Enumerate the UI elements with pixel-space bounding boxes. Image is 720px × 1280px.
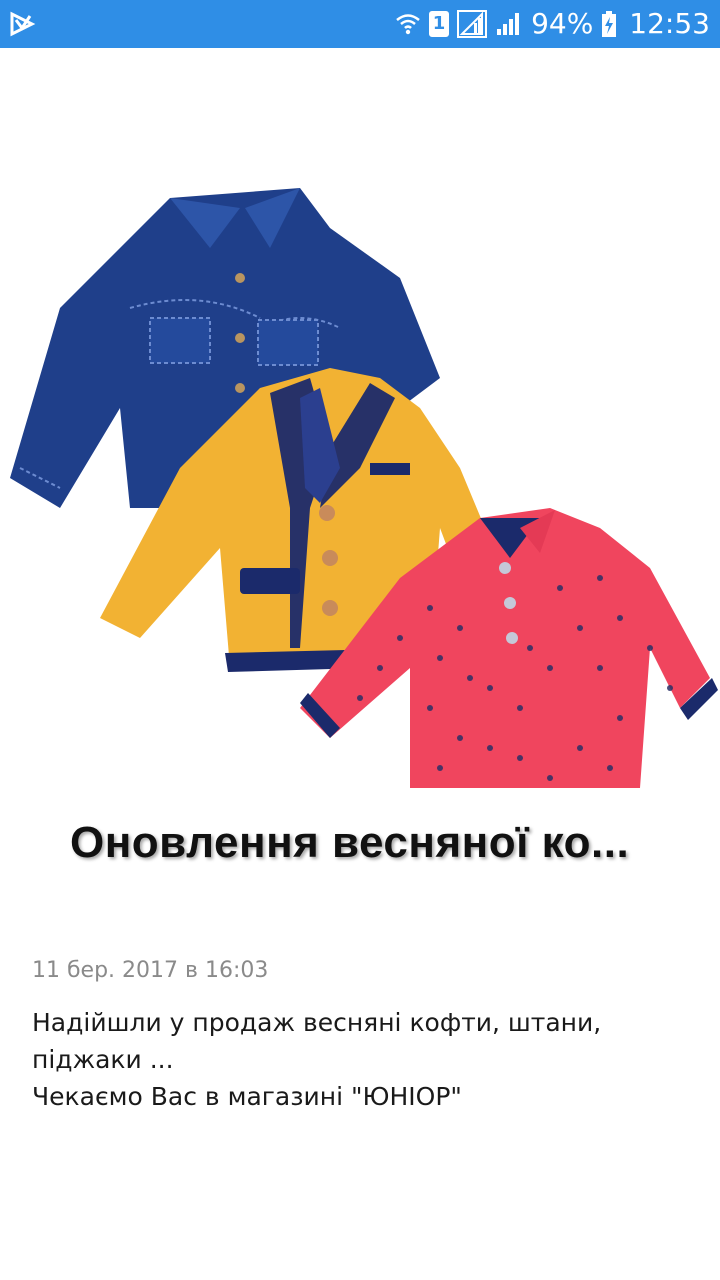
sim-icon: 1 [429,11,450,37]
battery-percent: 94% [531,7,594,40]
status-bar: 1 94% 12:53 [0,0,720,48]
sim-label: 1 [432,13,446,34]
post-line: Чекаємо Вас в магазині "ЮНІОР" [32,1082,462,1111]
post-body: Надійшли у продаж весняні кофти, штани, … [32,1004,692,1115]
post-title: Оновлення весняної ко... [70,818,630,867]
wifi-icon [396,14,420,35]
battery-charging-icon [602,11,617,37]
post-date: 11 бер. 2017 в 16:03 [32,958,269,983]
clock: 12:53 [629,7,710,40]
status-icons: 1 94% 12:53 [395,0,710,48]
post-line: Надійшли у продаж весняні кофти, штани, … [32,1008,602,1074]
signal-icon [497,13,520,35]
hero-image [10,188,718,788]
app-notification-icon [10,11,36,37]
post-hero[interactable]: Оновлення весняної ко... [0,48,720,908]
signal-icon [457,10,488,38]
